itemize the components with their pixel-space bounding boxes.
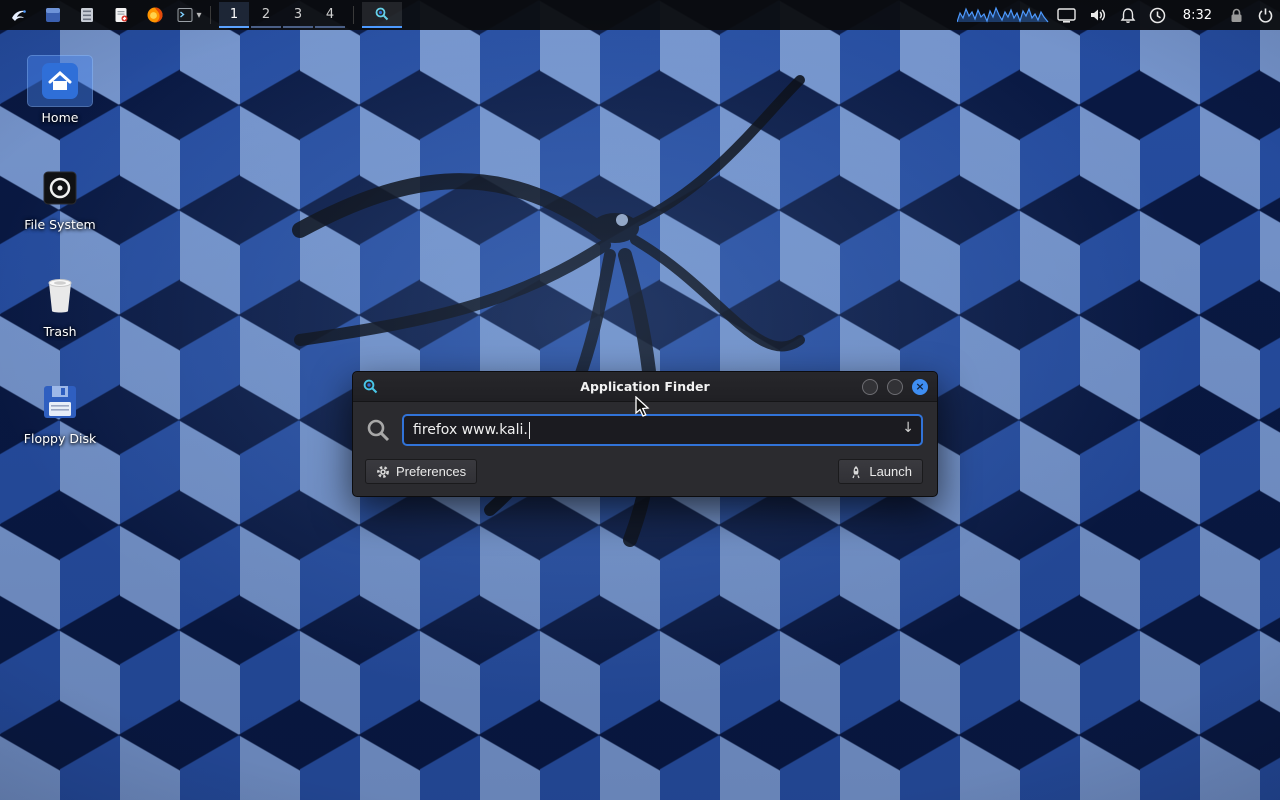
kali-logo-icon — [9, 5, 29, 25]
display-icon[interactable] — [1057, 8, 1076, 23]
launch-icon — [849, 465, 863, 479]
file-system-icon — [40, 168, 80, 208]
workspace-button-1[interactable]: 1 — [219, 2, 249, 28]
titlebar[interactable]: Application Finder × — [353, 372, 937, 402]
close-button[interactable]: × — [912, 379, 928, 395]
notifications-bell-icon[interactable] — [1120, 7, 1136, 24]
app-finder-body: firefox www.kali. ↓ Preferences — [353, 402, 937, 496]
power-icon[interactable] — [1257, 7, 1274, 24]
workspace-switcher: 1 2 3 4 — [219, 2, 345, 28]
taskbar-app-finder-button[interactable] — [362, 2, 402, 28]
terminal-launcher[interactable]: ▾ — [176, 2, 202, 28]
file-manager-launcher[interactable] — [74, 2, 100, 28]
system-tray: 8:32 — [1057, 7, 1274, 24]
desktop-icon-label: Trash — [12, 324, 108, 339]
workspace-button-4[interactable]: 4 — [315, 2, 345, 28]
desktop-icon-home[interactable]: Home — [12, 56, 108, 125]
maximize-button[interactable] — [887, 379, 903, 395]
launch-button-label: Launch — [869, 464, 912, 479]
volume-icon[interactable] — [1089, 7, 1107, 23]
trash-icon — [42, 275, 78, 315]
preferences-button-label: Preferences — [396, 464, 466, 479]
update-status-icon[interactable] — [1149, 7, 1166, 24]
search-input[interactable]: firefox www.kali. ↓ — [402, 414, 923, 446]
window-controls: × — [862, 379, 928, 395]
minimize-button[interactable] — [862, 379, 878, 395]
clock[interactable]: 8:32 — [1179, 8, 1216, 23]
file-cabinet-icon — [78, 6, 96, 24]
workspace-button-2[interactable]: 2 — [251, 2, 281, 28]
dropdown-arrow-icon[interactable]: ↓ — [902, 420, 914, 436]
search-icon — [365, 417, 392, 444]
desktop-icon-file-system[interactable]: File System — [12, 163, 108, 232]
lock-icon[interactable] — [1229, 7, 1244, 24]
panel-separator — [353, 6, 354, 24]
panel-separator — [210, 6, 211, 24]
chevron-down-icon: ▾ — [196, 10, 201, 21]
desktop-icon-trash[interactable]: Trash — [12, 270, 108, 339]
preferences-button[interactable]: Preferences — [365, 459, 477, 484]
app-finder-window-icon — [362, 378, 379, 395]
app-finder-task-icon — [374, 6, 390, 22]
system-monitor-graph[interactable] — [957, 5, 1049, 25]
files-launcher[interactable] — [40, 2, 66, 28]
close-icon: × — [915, 381, 924, 392]
text-editor-launcher[interactable] — [108, 2, 134, 28]
kali-menu-button[interactable] — [6, 2, 32, 28]
window-icon — [44, 6, 62, 24]
desktop-icon-label: Floppy Disk — [12, 431, 108, 446]
home-icon — [40, 61, 80, 101]
terminal-icon — [176, 6, 194, 24]
desktop: ▾ 1 2 3 4 — [0, 0, 1280, 800]
workspace-button-3[interactable]: 3 — [283, 2, 313, 28]
desktop-icon-label: Home — [12, 110, 108, 125]
text-editor-icon — [112, 6, 130, 24]
floppy-disk-icon — [41, 383, 79, 421]
firefox-icon — [146, 6, 164, 24]
desktop-icon-label: File System — [12, 217, 108, 232]
window-title: Application Finder — [353, 379, 937, 394]
search-input-value: firefox www.kali. — [413, 422, 528, 438]
gear-icon — [376, 465, 390, 479]
desktop-icon-floppy-disk[interactable]: Floppy Disk — [12, 377, 108, 446]
text-caret — [529, 422, 531, 439]
firefox-launcher[interactable] — [142, 2, 168, 28]
app-finder-window: Application Finder × firefox www.kali. ↓ — [352, 371, 938, 497]
top-panel: ▾ 1 2 3 4 — [0, 0, 1280, 30]
launch-button[interactable]: Launch — [838, 459, 923, 484]
